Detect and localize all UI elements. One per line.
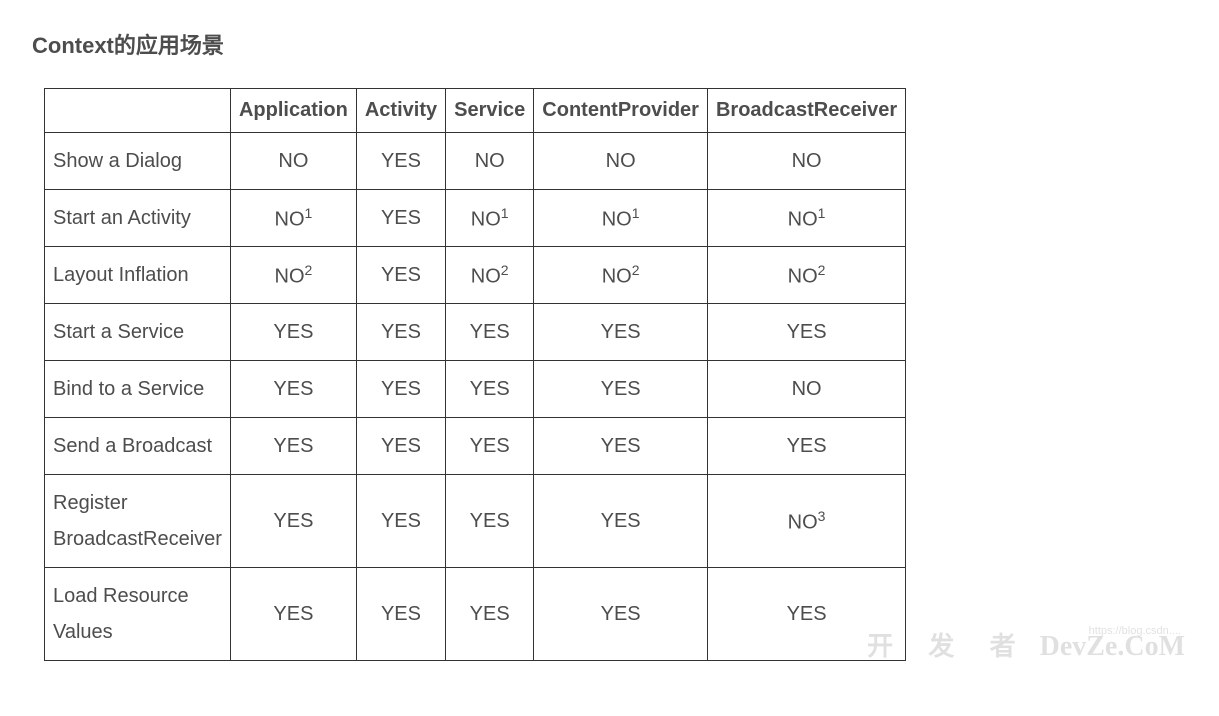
table-row-label: RegisterBroadcastReceiver: [45, 475, 231, 568]
table-cell: YES: [446, 361, 534, 418]
table-column-header: Application: [230, 89, 356, 133]
table-row-label: Load ResourceValues: [45, 568, 231, 661]
table-cell: NO: [707, 133, 905, 190]
table-container: ApplicationActivityServiceContentProvide…: [32, 88, 1187, 661]
section-heading: Context的应用场景: [32, 28, 1187, 60]
table-cell: YES: [534, 475, 708, 568]
table-cell: NO2: [707, 247, 905, 304]
watermark: https://blog.csdn.... 开 发 者 DevZe.CoM: [867, 625, 1187, 661]
table-cell: NO: [230, 133, 356, 190]
context-usage-table: ApplicationActivityServiceContentProvide…: [44, 88, 906, 661]
table-cell: NO2: [534, 247, 708, 304]
table-cell: YES: [230, 568, 356, 661]
table-cell: NO: [446, 133, 534, 190]
table-header-row: ApplicationActivityServiceContentProvide…: [45, 89, 906, 133]
table-cell: YES: [356, 247, 445, 304]
table-cell: YES: [356, 475, 445, 568]
table-cell: YES: [356, 418, 445, 475]
table-cell: YES: [446, 418, 534, 475]
table-cell: YES: [230, 361, 356, 418]
table-cell: NO1: [230, 190, 356, 247]
table-cell: YES: [446, 568, 534, 661]
table-cell: NO1: [707, 190, 905, 247]
table-row-label: Bind to a Service: [45, 361, 231, 418]
table-row: Start a ServiceYESYESYESYESYES: [45, 304, 906, 361]
table-cell: YES: [446, 304, 534, 361]
table-cell: NO: [534, 133, 708, 190]
table-cell: YES: [356, 568, 445, 661]
table-column-header: Service: [446, 89, 534, 133]
table-row: Show a DialogNOYESNONONO: [45, 133, 906, 190]
table-cell: YES: [356, 304, 445, 361]
table-row-label: Start a Service: [45, 304, 231, 361]
table-cell: YES: [534, 418, 708, 475]
table-cell: NO2: [230, 247, 356, 304]
table-cell: YES: [230, 418, 356, 475]
table-cell: YES: [356, 190, 445, 247]
table-cell: YES: [230, 475, 356, 568]
table-cell: NO: [707, 361, 905, 418]
table-cell: YES: [534, 568, 708, 661]
table-column-header: Activity: [356, 89, 445, 133]
table-row: Layout InflationNO2YESNO2NO2NO2: [45, 247, 906, 304]
watermark-url: https://blog.csdn....: [867, 625, 1181, 637]
table-row: Bind to a ServiceYESYESYESYESNO: [45, 361, 906, 418]
table-cell: YES: [707, 304, 905, 361]
table-row: Start an ActivityNO1YESNO1NO1NO1: [45, 190, 906, 247]
watermark-brand-en: DevZe.CoM: [1040, 633, 1185, 661]
table-corner-cell: [45, 89, 231, 133]
table-cell: NO2: [446, 247, 534, 304]
table-row-label: Layout Inflation: [45, 247, 231, 304]
table-cell: YES: [707, 568, 905, 661]
table-cell: YES: [356, 361, 445, 418]
table-cell: YES: [534, 304, 708, 361]
table-cell: YES: [534, 361, 708, 418]
table-cell: YES: [230, 304, 356, 361]
table-column-header: BroadcastReceiver: [707, 89, 905, 133]
table-cell: YES: [707, 418, 905, 475]
table-row: Load ResourceValuesYESYESYESYESYES: [45, 568, 906, 661]
table-row: Send a BroadcastYESYESYESYESYES: [45, 418, 906, 475]
table-cell: YES: [446, 475, 534, 568]
table-column-header: ContentProvider: [534, 89, 708, 133]
table-row-label: Send a Broadcast: [45, 418, 231, 475]
table-row: RegisterBroadcastReceiverYESYESYESYESNO3: [45, 475, 906, 568]
table-row-label: Show a Dialog: [45, 133, 231, 190]
table-cell: YES: [356, 133, 445, 190]
table-cell: NO1: [534, 190, 708, 247]
table-row-label: Start an Activity: [45, 190, 231, 247]
table-cell: NO3: [707, 475, 905, 568]
table-cell: NO1: [446, 190, 534, 247]
